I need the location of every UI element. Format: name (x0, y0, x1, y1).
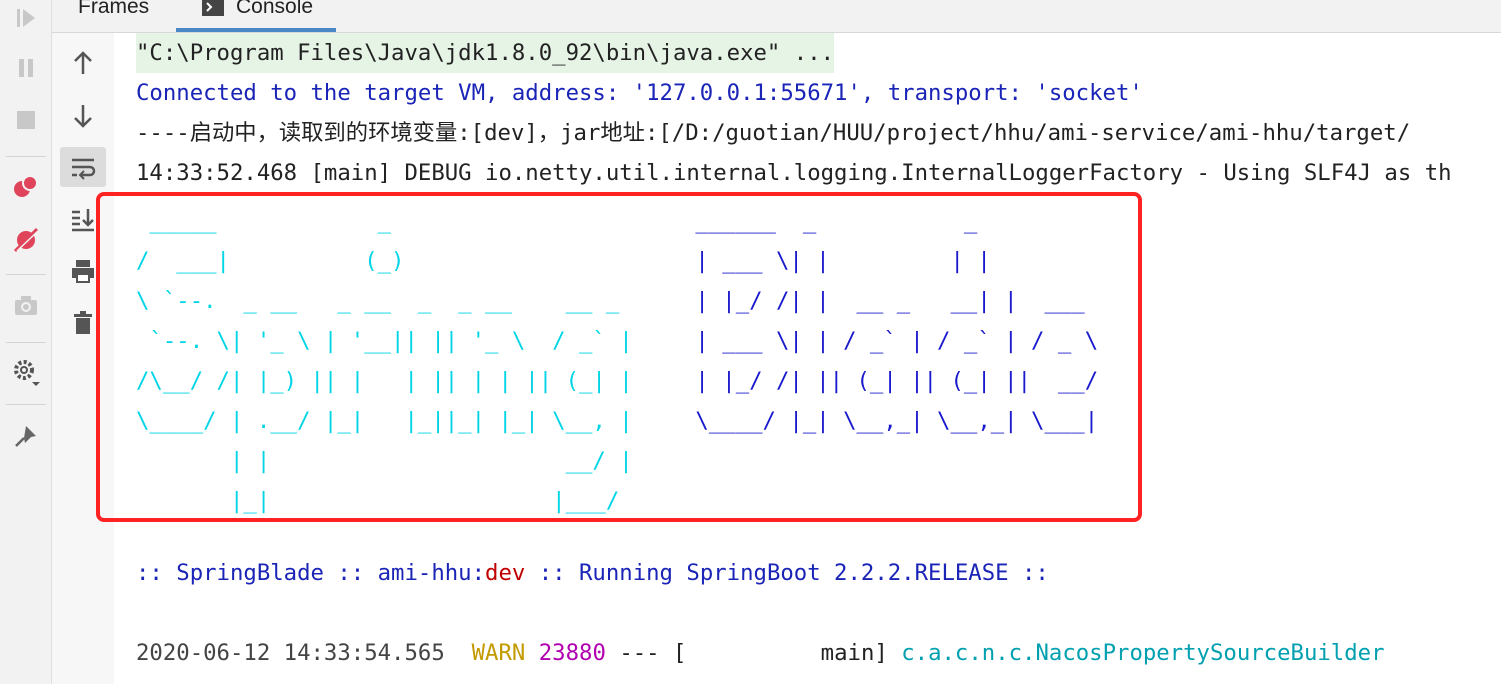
soft-wrap-icon[interactable] (60, 147, 106, 187)
profile-name: dev (485, 560, 526, 586)
highlight-annotation-box (96, 192, 1142, 522)
banner-prefix: :: SpringBlade :: ami-hhu: (136, 560, 486, 586)
startup-message: ----启动中，读取到的环境变量:[dev]，jar地址:[/D:/guotia… (136, 120, 1411, 146)
view-breakpoints-icon[interactable] (10, 170, 42, 202)
pause-icon[interactable] (10, 52, 42, 84)
resume-icon[interactable] (10, 2, 42, 34)
tab-console[interactable]: Console (176, 0, 336, 23)
log-pid: 23880 (538, 640, 606, 666)
settings-icon[interactable] (10, 356, 42, 388)
active-tab-indicator (176, 28, 336, 32)
log-logger: c.a.c.n.c.NacosPropertySourceBuilder (901, 640, 1385, 666)
warn-log-line: 2020-06-12 14:33:54.565 WARN 23880 --- [… (136, 633, 1385, 673)
toolbar-divider (6, 156, 46, 157)
log-thread: main] (686, 640, 888, 666)
tab-console-label: Console (236, 0, 314, 18)
debug-tab-bar: Frames Console (52, 0, 1501, 33)
connected-message: Connected to the target VM, address: '12… (136, 80, 1143, 106)
tab-frames-label: Frames (78, 0, 150, 18)
banner-info-line: :: SpringBlade :: ami-hhu:dev :: Running… (136, 553, 1049, 593)
tab-frames[interactable]: Frames (78, 0, 149, 23)
toolbar-divider (6, 342, 46, 343)
pin-icon[interactable] (10, 420, 42, 452)
console-tab-icon (202, 0, 224, 16)
toolbar-divider (6, 274, 46, 275)
log-level: WARN (471, 640, 526, 666)
banner-suffix: :: Running SpringBoot 2.2.2.RELEASE :: (525, 560, 1049, 586)
command-line: "C:\Program Files\Java\jdk1.8.0_92\bin\j… (136, 33, 835, 73)
debug-log-line: 14:33:52.468 [main] DEBUG io.netty.util.… (136, 160, 1452, 186)
log-separator: --- [ (619, 640, 687, 666)
camera-icon[interactable] (10, 290, 42, 322)
mute-breakpoints-icon[interactable] (10, 224, 42, 256)
debugger-toolbar (0, 0, 52, 684)
stop-icon[interactable] (10, 104, 42, 136)
down-arrow-icon[interactable] (60, 96, 106, 136)
log-timestamp: 2020-06-12 14:33:54.565 (136, 640, 445, 666)
up-arrow-icon[interactable] (60, 43, 106, 83)
toolbar-divider (6, 404, 46, 405)
